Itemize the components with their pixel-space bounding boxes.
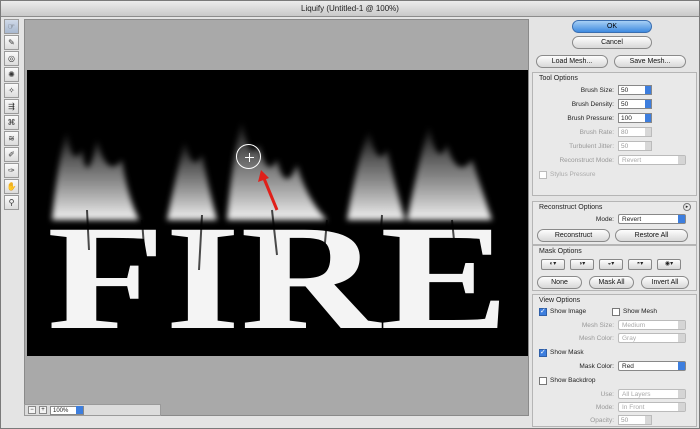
push-left-tool-icon[interactable]: ⇶ bbox=[4, 99, 19, 114]
options-panel: OK Cancel Load Mesh... Save Mesh... Tool… bbox=[532, 19, 697, 427]
brush-density-label: Brush Density: bbox=[571, 101, 614, 108]
reconstruct-mode-label: Mode: bbox=[595, 216, 614, 223]
show-mesh-label: Show Mesh bbox=[623, 308, 657, 315]
view-options-title: View Options bbox=[539, 297, 581, 304]
chevron-down-icon bbox=[76, 405, 83, 414]
reconstruct-options-title: Reconstruct Options bbox=[539, 204, 603, 211]
brush-size-field[interactable]: 50 bbox=[618, 85, 652, 95]
reconstruct-mode-label: Reconstruct Mode: bbox=[559, 157, 614, 164]
reconstruct-tool-icon[interactable]: ✎ bbox=[4, 35, 19, 50]
hand-tool-icon[interactable]: ✋ bbox=[4, 179, 19, 194]
zoom-level-select[interactable]: 100% bbox=[50, 405, 84, 415]
restore-all-button[interactable]: Restore All bbox=[615, 229, 688, 242]
ok-button[interactable]: OK bbox=[572, 20, 652, 33]
brush-rate-field: 80 bbox=[618, 127, 652, 137]
brush-size-label: Brush Size: bbox=[580, 87, 614, 94]
replace-selection-icon[interactable]: ◐▾ bbox=[541, 259, 565, 270]
intersect-selection-icon[interactable]: ◓▾ bbox=[628, 259, 652, 270]
invert-selection-icon[interactable]: ◉▾ bbox=[657, 259, 681, 270]
subtract-from-selection-icon[interactable]: ◒▾ bbox=[599, 259, 623, 270]
cancel-button[interactable]: Cancel bbox=[572, 36, 652, 49]
backdrop-mode-label: Mode: bbox=[595, 404, 614, 411]
mesh-color-select: Gray bbox=[618, 333, 686, 343]
backdrop-mode-select: In Front bbox=[618, 402, 686, 412]
show-image-label: Show Image bbox=[550, 308, 587, 315]
window-title: Liquify (Untitled-1 @ 100%) bbox=[1, 1, 699, 17]
add-to-selection-icon[interactable]: ◑▾ bbox=[570, 259, 594, 270]
none-button[interactable]: None bbox=[537, 276, 582, 289]
brush-density-field[interactable]: 50 bbox=[618, 99, 652, 109]
mirror-tool-icon[interactable]: ⌘ bbox=[4, 115, 19, 130]
twirl-clockwise-tool-icon[interactable]: ◎ bbox=[4, 51, 19, 66]
brush-pressure-label: Brush Pressure: bbox=[567, 115, 614, 122]
zoom-out-button[interactable]: − bbox=[28, 406, 36, 414]
preview-canvas-area[interactable]: FIRE bbox=[24, 19, 529, 416]
backdrop-use-label: Use: bbox=[600, 391, 614, 398]
pucker-tool-icon[interactable]: ✺ bbox=[4, 67, 19, 82]
mesh-size-select: Medium bbox=[618, 320, 686, 330]
turbulent-jitter-field: 50 bbox=[618, 141, 652, 151]
tool-palette: ☞ ✎ ◎ ✺ ✧ ⇶ ⌘ ≋ ✐ ✑ ✋ ⚲ bbox=[4, 19, 21, 210]
zoom-in-button[interactable]: + bbox=[39, 406, 47, 414]
save-mesh-button[interactable]: Save Mesh... bbox=[614, 55, 686, 68]
stylus-pressure-checkbox bbox=[539, 171, 547, 179]
mesh-size-label: Mesh Size: bbox=[581, 322, 614, 329]
liquify-window: Liquify (Untitled-1 @ 100%) ☞ ✎ ◎ ✺ ✧ ⇶ ⌘ ≋ ✐ ✑ ✋ ⚲ bbox=[0, 0, 700, 429]
thaw-mask-tool-icon[interactable]: ✑ bbox=[4, 163, 19, 178]
show-mask-label: Show Mask bbox=[550, 349, 584, 356]
show-image-checkbox[interactable] bbox=[539, 308, 547, 316]
reconstruct-mode-select: Revert bbox=[618, 155, 686, 165]
mask-options-title: Mask Options bbox=[539, 248, 582, 255]
show-backdrop-checkbox[interactable] bbox=[539, 377, 547, 385]
zoom-tool-icon[interactable]: ⚲ bbox=[4, 195, 19, 210]
mask-all-button[interactable]: Mask All bbox=[589, 276, 634, 289]
tool-options-title: Tool Options bbox=[539, 75, 578, 82]
backdrop-use-select: All Layers bbox=[618, 389, 686, 399]
freeze-mask-tool-icon[interactable]: ✐ bbox=[4, 147, 19, 162]
reconstruct-mode-select[interactable]: Revert bbox=[618, 214, 686, 224]
mask-options-group: Mask Options ◐▾ ◑▾ ◒▾ ◓▾ ◉▾ None Mask Al… bbox=[532, 245, 697, 291]
tool-options-group: Tool Options Brush Size: 50 Brush Density… bbox=[532, 72, 697, 196]
show-backdrop-label: Show Backdrop bbox=[550, 377, 596, 384]
bloat-tool-icon[interactable]: ✧ bbox=[4, 83, 19, 98]
fire-artwork: FIRE bbox=[47, 120, 509, 356]
load-mesh-button[interactable]: Load Mesh... bbox=[536, 55, 608, 68]
turbulence-tool-icon[interactable]: ≋ bbox=[4, 131, 19, 146]
invert-all-button[interactable]: Invert All bbox=[641, 276, 689, 289]
red-arrow-annotation bbox=[258, 170, 279, 211]
show-mask-checkbox[interactable] bbox=[539, 349, 547, 357]
brush-rate-label: Brush Rate: bbox=[579, 129, 614, 136]
forward-warp-tool-icon[interactable]: ☞ bbox=[4, 19, 19, 34]
reconstruct-button[interactable]: Reconstruct bbox=[537, 229, 610, 242]
backdrop-opacity-field: 50 bbox=[618, 415, 652, 425]
brush-cursor bbox=[236, 144, 261, 169]
preview-image[interactable]: FIRE bbox=[27, 70, 528, 356]
turbulent-jitter-label: Turbulent Jitter: bbox=[569, 143, 614, 150]
brush-pressure-field[interactable]: 100 bbox=[618, 113, 652, 123]
panel-menu-icon[interactable]: ▸ bbox=[683, 203, 691, 211]
backdrop-opacity-label: Opacity: bbox=[590, 417, 614, 424]
reconstruct-options-group: Reconstruct Options ▸ Mode: Revert Recons… bbox=[532, 201, 697, 245]
mask-color-label: Mask Color: bbox=[579, 363, 614, 370]
zoom-bar: − + 100% bbox=[24, 404, 161, 416]
fire-text: FIRE bbox=[47, 195, 509, 356]
show-mesh-checkbox[interactable] bbox=[612, 308, 620, 316]
view-options-group: View Options Show Image Show Mesh Mesh S… bbox=[532, 294, 697, 427]
stylus-pressure-label: Stylus Pressure bbox=[550, 171, 596, 178]
mesh-color-label: Mesh Color: bbox=[578, 335, 614, 342]
mask-color-select[interactable]: Red bbox=[618, 361, 686, 371]
